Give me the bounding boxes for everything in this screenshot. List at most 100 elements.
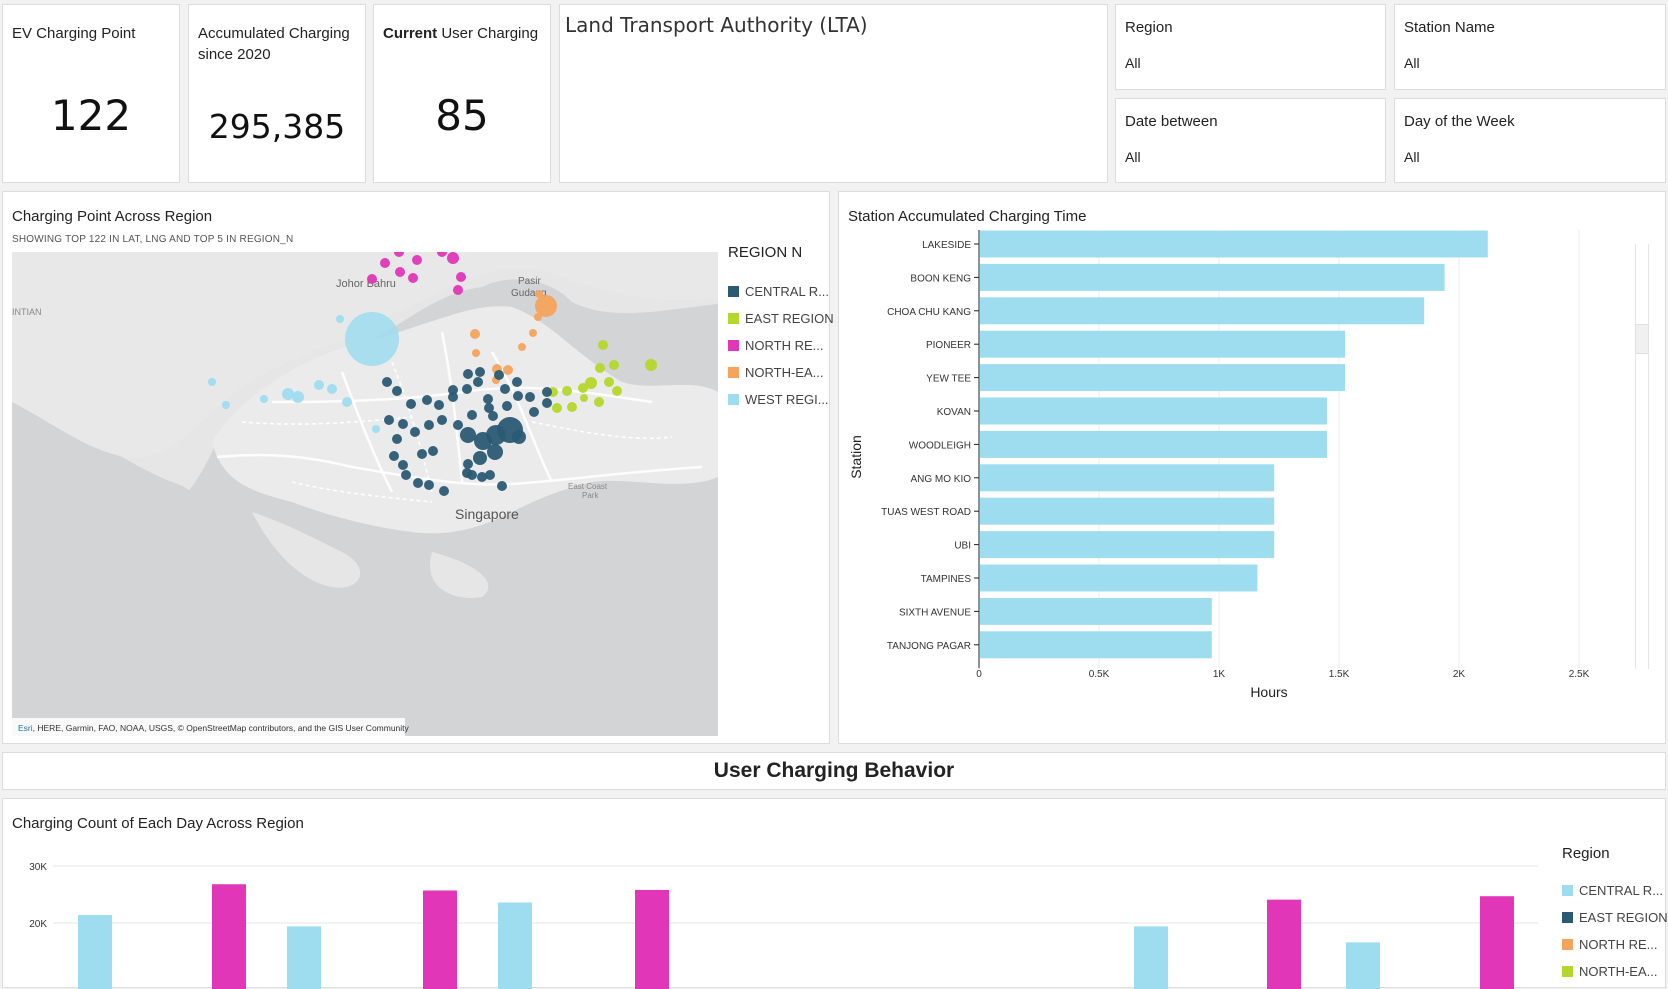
region-map[interactable]: Johor Bahru Pasir Gudang INTIAN East Coa… bbox=[12, 252, 718, 736]
behavior-legend-item[interactable]: CENTRAL R... bbox=[1562, 883, 1663, 898]
map-point[interactable] bbox=[417, 449, 427, 459]
bar[interactable] bbox=[980, 230, 1488, 258]
bar[interactable] bbox=[635, 889, 669, 989]
map-legend-item[interactable]: EAST REGION bbox=[728, 311, 834, 326]
map-point[interactable] bbox=[437, 415, 447, 425]
map-point[interactable] bbox=[453, 285, 463, 295]
bar[interactable] bbox=[1134, 926, 1168, 989]
bar[interactable] bbox=[980, 364, 1345, 392]
bar[interactable] bbox=[980, 330, 1345, 358]
bar[interactable] bbox=[423, 890, 457, 989]
map-point[interactable] bbox=[345, 312, 399, 366]
map-point[interactable] bbox=[462, 468, 472, 478]
map-point[interactable] bbox=[208, 378, 216, 386]
map-point[interactable] bbox=[609, 360, 619, 370]
filter-station-name[interactable]: Station Name All bbox=[1394, 4, 1666, 90]
bar[interactable] bbox=[980, 430, 1327, 458]
map-point[interactable] bbox=[494, 370, 504, 380]
bar[interactable] bbox=[212, 884, 246, 989]
map-point[interactable] bbox=[612, 386, 622, 396]
map-point[interactable] bbox=[395, 267, 405, 277]
map-point[interactable] bbox=[424, 480, 434, 490]
map-legend-item[interactable]: CENTRAL R... bbox=[728, 284, 829, 299]
bar[interactable] bbox=[980, 497, 1275, 525]
map-point[interactable] bbox=[484, 403, 494, 413]
bar[interactable] bbox=[1267, 899, 1301, 989]
map-point[interactable] bbox=[552, 403, 562, 413]
filter-value[interactable]: All bbox=[1404, 55, 1420, 71]
map-point[interactable] bbox=[428, 446, 438, 456]
map-point[interactable] bbox=[447, 252, 459, 264]
map-point[interactable] bbox=[439, 486, 449, 496]
map-point[interactable] bbox=[413, 478, 423, 488]
map-point[interactable] bbox=[422, 395, 432, 405]
map-point[interactable] bbox=[473, 451, 487, 465]
behavior-legend-item[interactable]: NORTH RE... bbox=[1562, 937, 1658, 952]
map-point[interactable] bbox=[460, 427, 476, 443]
map-point[interactable] bbox=[401, 470, 411, 480]
map-point[interactable] bbox=[578, 383, 588, 393]
map-point[interactable] bbox=[473, 377, 483, 387]
map-point[interactable] bbox=[580, 394, 588, 402]
filter-day-of-week[interactable]: Day of the Week All bbox=[1394, 98, 1666, 183]
map-point[interactable] bbox=[503, 365, 513, 375]
map-point[interactable] bbox=[598, 340, 608, 350]
map-point[interactable] bbox=[314, 380, 324, 390]
bar[interactable] bbox=[980, 531, 1275, 559]
map-point[interactable] bbox=[380, 258, 390, 268]
map-point[interactable] bbox=[434, 400, 444, 410]
map-legend-item[interactable]: NORTH RE... bbox=[728, 338, 824, 353]
map-point[interactable] bbox=[408, 273, 418, 283]
map-point[interactable] bbox=[535, 290, 543, 298]
map-point[interactable] bbox=[292, 391, 304, 403]
bar[interactable] bbox=[980, 297, 1425, 325]
map-point[interactable] bbox=[398, 460, 408, 470]
map-point[interactable] bbox=[327, 384, 337, 394]
map-point[interactable] bbox=[500, 384, 510, 394]
filter-region[interactable]: Region All bbox=[1115, 4, 1386, 90]
map-point[interactable] bbox=[453, 420, 463, 430]
bar[interactable] bbox=[980, 597, 1212, 625]
map-point[interactable] bbox=[463, 369, 473, 379]
map-point[interactable] bbox=[604, 377, 614, 387]
map-point[interactable] bbox=[475, 367, 485, 377]
map-point[interactable] bbox=[485, 470, 495, 480]
bar[interactable] bbox=[287, 926, 321, 989]
map-point[interactable] bbox=[456, 272, 466, 282]
map-point[interactable] bbox=[542, 398, 552, 408]
bar[interactable] bbox=[980, 631, 1212, 659]
map-point[interactable] bbox=[448, 385, 458, 395]
map-point[interactable] bbox=[389, 451, 399, 461]
bar[interactable] bbox=[498, 902, 532, 989]
map-point[interactable] bbox=[542, 387, 552, 397]
bar[interactable] bbox=[1346, 942, 1380, 989]
map-point[interactable] bbox=[512, 430, 526, 444]
bar[interactable] bbox=[78, 915, 112, 989]
map-point[interactable] bbox=[529, 407, 539, 417]
map-point[interactable] bbox=[342, 397, 352, 407]
bar[interactable] bbox=[980, 564, 1258, 592]
behavior-legend-item[interactable]: EAST REGION bbox=[1562, 910, 1668, 925]
map-point[interactable] bbox=[462, 384, 472, 394]
map-point[interactable] bbox=[372, 425, 380, 433]
map-legend-item[interactable]: WEST REGI... bbox=[728, 392, 829, 407]
map-point[interactable] bbox=[512, 377, 522, 387]
map-point[interactable] bbox=[222, 401, 230, 409]
bar[interactable] bbox=[980, 464, 1275, 492]
map-point[interactable] bbox=[260, 395, 268, 403]
map-point[interactable] bbox=[518, 343, 526, 351]
map-point[interactable] bbox=[497, 481, 507, 491]
chart-scrollbar-thumb[interactable] bbox=[1635, 324, 1649, 354]
map-point[interactable] bbox=[398, 419, 408, 429]
map-point[interactable] bbox=[392, 386, 402, 396]
map-point[interactable] bbox=[483, 394, 493, 404]
map-point[interactable] bbox=[467, 410, 477, 420]
map-point[interactable] bbox=[567, 402, 577, 412]
map-point[interactable] bbox=[645, 359, 657, 371]
map-point[interactable] bbox=[424, 420, 434, 430]
map-point[interactable] bbox=[502, 401, 512, 411]
map-legend-item[interactable]: NORTH-EA... bbox=[728, 365, 824, 380]
bar[interactable] bbox=[980, 397, 1327, 425]
filter-value[interactable]: All bbox=[1125, 55, 1141, 71]
filter-date-between[interactable]: Date between All bbox=[1115, 98, 1386, 183]
